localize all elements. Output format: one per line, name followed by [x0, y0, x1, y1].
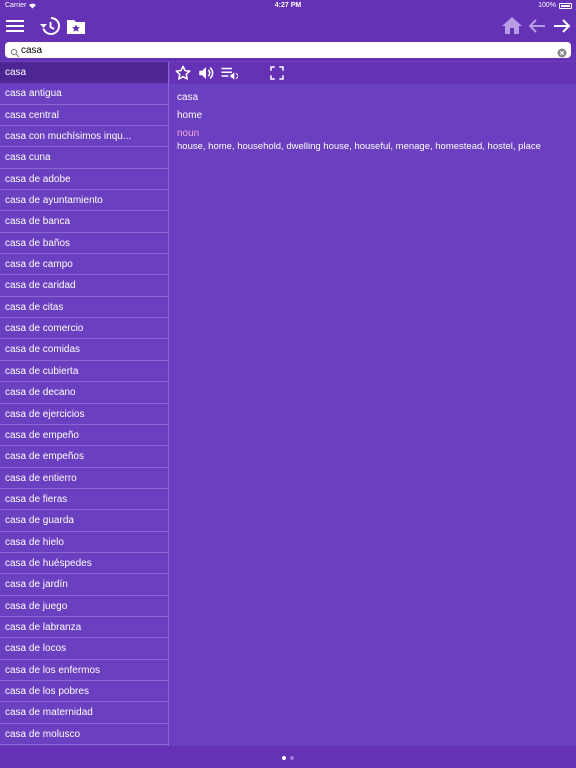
clock: 4:27 PM — [274, 2, 302, 9]
menu-icon[interactable] — [3, 14, 27, 38]
search-input[interactable] — [21, 42, 551, 58]
list-item[interactable]: casa de campo — [0, 254, 168, 276]
battery-icon — [559, 3, 572, 9]
list-item[interactable]: casa de fieras — [0, 489, 168, 511]
list-item[interactable]: casa de entierro — [0, 468, 168, 489]
word-list[interactable]: casa casa antigua casa central casa con muc… — [0, 62, 169, 746]
list-item[interactable]: casa de huéspedes — [0, 553, 168, 575]
arrow-left-icon[interactable] — [525, 14, 549, 38]
playlist-audio-icon[interactable] — [220, 64, 238, 82]
entry-headword: casa — [177, 92, 199, 103]
list-item[interactable]: casa de jardín — [0, 574, 168, 596]
list-item[interactable]: casa de caridad — [0, 275, 168, 297]
page-indicator-dot[interactable] — [282, 756, 286, 760]
list-item[interactable]: casa de comidas — [0, 339, 168, 361]
list-item[interactable]: casa de ayuntamiento — [0, 190, 168, 212]
list-item[interactable]: casa antigua — [0, 83, 168, 105]
star-icon[interactable] — [174, 64, 192, 82]
list-item[interactable]: casa central — [0, 105, 168, 127]
entry-toolbar — [170, 62, 576, 84]
entry-meanings[interactable]: house, home, household, dwelling house, … — [177, 141, 572, 152]
list-item[interactable]: casa de guarda — [0, 510, 168, 532]
clear-search-icon[interactable] — [557, 45, 567, 58]
list-item[interactable]: casa de empeño — [0, 425, 168, 447]
status-bar: Carrier 4:27 PM 100% — [0, 0, 576, 12]
list-item[interactable]: casa de los enfermos — [0, 660, 168, 681]
search-icon — [10, 45, 20, 58]
list-item[interactable]: casa de juego — [0, 596, 168, 617]
battery-percentage: 100% — [538, 2, 556, 9]
home-icon[interactable] — [500, 14, 524, 38]
list-item[interactable]: casa de decano — [0, 382, 168, 404]
history-icon[interactable] — [38, 14, 62, 38]
bottom-bar — [0, 746, 576, 768]
top-toolbar — [0, 12, 576, 40]
part-of-speech: noun — [177, 128, 200, 139]
entry-detail: casa home noun house, home, household, d… — [170, 84, 576, 746]
list-item[interactable]: casa de adobe — [0, 169, 168, 191]
list-item[interactable]: casa con muchísimos inqu... — [0, 126, 168, 148]
list-item[interactable]: casa de citas — [0, 297, 168, 319]
list-item[interactable]: casa de baños — [0, 233, 168, 255]
list-item[interactable]: casa de comercio — [0, 318, 168, 340]
list-item[interactable]: casa cuna — [0, 147, 168, 169]
favorites-folder-icon[interactable] — [64, 14, 88, 38]
list-item[interactable]: casa de molusco — [0, 724, 168, 745]
list-item[interactable]: casa de empeños — [0, 446, 168, 468]
list-item[interactable]: casa de maternidad — [0, 702, 168, 724]
list-item[interactable]: casa de ejercicios — [0, 404, 168, 425]
entry-translation[interactable]: home — [177, 110, 202, 121]
list-item[interactable]: casa de hielo — [0, 532, 168, 553]
list-item[interactable]: casa de los pobres — [0, 681, 168, 703]
arrow-right-icon[interactable] — [550, 14, 574, 38]
list-item[interactable]: casa de cubierta — [0, 361, 168, 383]
search-bar — [0, 40, 576, 61]
search-box — [5, 42, 571, 58]
list-item[interactable]: casa de locos — [0, 638, 168, 660]
fullscreen-icon[interactable] — [268, 64, 286, 82]
speaker-icon[interactable] — [197, 64, 215, 82]
page-indicator-dot[interactable] — [290, 756, 294, 760]
list-item[interactable]: casa de banca — [0, 211, 168, 233]
list-item[interactable]: casa — [0, 62, 168, 84]
list-item[interactable]: casa de labranza — [0, 617, 168, 639]
